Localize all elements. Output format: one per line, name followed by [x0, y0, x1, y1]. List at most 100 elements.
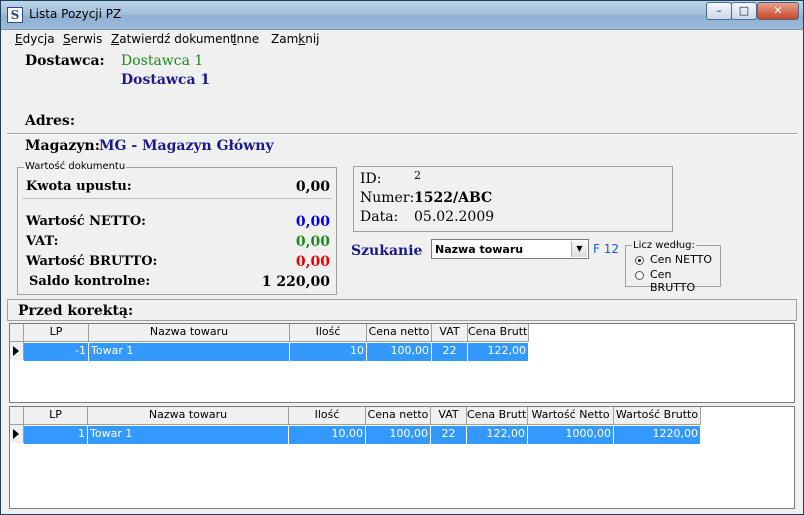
col-header-lp[interactable]: LP — [24, 407, 88, 425]
minimize-button[interactable]: – — [706, 2, 732, 20]
row-indicator[interactable] — [10, 342, 24, 360]
correction-section-header: Przed korektą: — [7, 299, 797, 321]
supplier-name-bold: Dostawca 1 — [121, 72, 211, 88]
warehouse-label: Magazyn: — [25, 138, 100, 154]
calc-mode-title: Licz według: — [632, 240, 696, 251]
grid-corner — [10, 324, 24, 342]
vat-label: VAT: — [26, 234, 59, 249]
id-value: 2 — [414, 169, 421, 182]
table-cell[interactable]: 100,00 — [367, 343, 432, 361]
radio-cen-brutto[interactable] — [635, 271, 644, 280]
menu-mnemonic: S — [63, 32, 71, 46]
search-hotkey: F 12 — [593, 242, 619, 256]
minimize-icon: – — [716, 4, 722, 17]
saldo-value: 1 220,00 — [261, 274, 330, 290]
menu-text: atwierdź dokument — [119, 32, 235, 46]
table-cell[interactable]: 22 — [431, 426, 467, 444]
menu-text: erwis — [70, 32, 103, 46]
menu-bar: Edycja Serwis Zatwierdź dokument Inne Za… — [1, 30, 803, 48]
menu-text: dycja — [22, 32, 55, 46]
search-label: Szukanie — [351, 243, 423, 259]
id-label: ID: — [360, 171, 382, 187]
col-header-vat[interactable]: VAT — [432, 324, 468, 342]
col-header-ilosc[interactable]: Ilość — [290, 324, 367, 342]
before-correction-label: Przed korektą: — [18, 303, 134, 319]
after-correction-grid[interactable]: LP Nazwa towaru Ilość Cena netto VAT Cen… — [9, 406, 795, 509]
before-correction-grid[interactable]: LP Nazwa towaru Ilość Cena netto VAT Cen… — [9, 323, 795, 403]
address-label: Adres: — [25, 113, 75, 129]
radio-cen-brutto-label: Cen BRUTTO — [650, 268, 696, 294]
calc-mode-group: Licz według: Cen NETTO Cen BRUTTO — [625, 240, 721, 294]
table-cell[interactable]: Towar 1 — [89, 343, 290, 361]
grid-corner — [10, 407, 24, 425]
date-value: 05.02.2009 — [414, 209, 495, 225]
number-label: Numer: — [360, 190, 415, 206]
col-header-wartosc-brutto[interactable]: Wartość Brutto — [614, 407, 701, 425]
menu-mnemonic: Z — [111, 32, 120, 46]
separator — [7, 133, 797, 135]
close-button[interactable]: ✕ — [757, 2, 799, 20]
brutto-label: Wartość BRUTTO: — [26, 254, 158, 269]
col-header-ilosc[interactable]: Ilość — [289, 407, 366, 425]
col-header-cena-netto[interactable]: Cena netto — [366, 407, 431, 425]
document-info-box: ID: 2 Numer: 1522/ABC Data: 05.02.2009 — [353, 166, 673, 232]
maximize-icon: □ — [738, 4, 750, 17]
table-cell[interactable]: 100,00 — [366, 426, 431, 444]
col-header-wartosc-netto[interactable]: Wartość Netto — [528, 407, 614, 425]
document-value-title: Wartość dokumentu — [24, 161, 127, 172]
col-header-lp[interactable]: LP — [24, 324, 89, 342]
supplier-label: Dostawca: — [25, 53, 105, 69]
table-cell[interactable]: -1 — [24, 343, 89, 361]
menu-text: nij — [305, 32, 320, 46]
menu-serwis[interactable]: Serwis — [63, 32, 102, 46]
table-cell[interactable]: 22 — [432, 343, 468, 361]
col-header-nazwa[interactable]: Nazwa towaru — [89, 324, 290, 342]
col-header-vat[interactable]: VAT — [431, 407, 467, 425]
brutto-value: 0,00 — [295, 254, 330, 270]
menu-text: Zam — [271, 32, 299, 46]
table-cell[interactable]: 1000,00 — [528, 426, 614, 444]
window-title: Lista Pozycji PZ — [29, 7, 122, 21]
menu-mnemonic: E — [15, 32, 23, 46]
maximize-button[interactable]: □ — [731, 2, 757, 20]
col-header-nazwa[interactable]: Nazwa towaru — [88, 407, 289, 425]
netto-label: Wartość NETTO: — [26, 214, 146, 229]
table-cell[interactable]: 10 — [290, 343, 367, 361]
current-row-arrow-icon — [13, 346, 19, 356]
search-field-value: Nazwa towaru — [435, 243, 524, 256]
discount-label: Kwota upustu: — [26, 179, 132, 194]
group-divider — [22, 198, 332, 199]
table-cell[interactable]: 122,00 — [467, 426, 528, 444]
table-cell[interactable]: 1220,00 — [614, 426, 701, 444]
table-cell[interactable]: Towar 1 — [88, 426, 289, 444]
menu-edycja[interactable]: Edycja — [15, 32, 55, 46]
table-cell[interactable]: 10,00 — [289, 426, 366, 444]
col-header-cena-brutto[interactable]: Cena Brutto — [468, 324, 529, 342]
close-icon: ✕ — [773, 4, 783, 17]
radio-cen-netto[interactable] — [635, 256, 644, 265]
menu-zatwierdz[interactable]: Zatwierdź dokument — [111, 32, 235, 46]
radio-cen-netto-label: Cen NETTO — [650, 253, 712, 266]
menu-text: nne — [236, 32, 260, 46]
document-value-group: Wartość dokumentu Kwota upustu: 0,00 War… — [17, 161, 337, 295]
saldo-label: Saldo kontrolne: — [29, 274, 151, 289]
row-indicator[interactable] — [10, 425, 24, 443]
chevron-down-icon[interactable]: ▼ — [571, 241, 587, 257]
search-field-select[interactable]: Nazwa towaru ▼ — [431, 239, 589, 259]
menu-inne[interactable]: Inne — [233, 32, 259, 46]
table-cell[interactable]: 1 — [24, 426, 88, 444]
current-row-arrow-icon — [13, 429, 19, 439]
table-cell[interactable]: 122,00 — [468, 343, 529, 361]
discount-value: 0,00 — [295, 179, 330, 195]
number-value: 1522/ABC — [414, 190, 493, 206]
menu-zamknij[interactable]: Zamknij — [271, 32, 320, 46]
vat-value: 0,00 — [295, 234, 330, 250]
app-icon[interactable]: S — [7, 7, 23, 23]
col-header-cena-brutto[interactable]: Cena Brutto — [467, 407, 528, 425]
warehouse-value: MG - Magazyn Główny — [99, 138, 274, 154]
date-label: Data: — [360, 209, 399, 225]
title-bar[interactable]: S Lista Pozycji PZ – □ ✕ — [1, 1, 803, 30]
supplier-name: Dostawca 1 — [121, 53, 204, 69]
main-window: S Lista Pozycji PZ – □ ✕ Edycja Serwis Z… — [0, 0, 804, 515]
col-header-cena-netto[interactable]: Cena netto — [367, 324, 432, 342]
